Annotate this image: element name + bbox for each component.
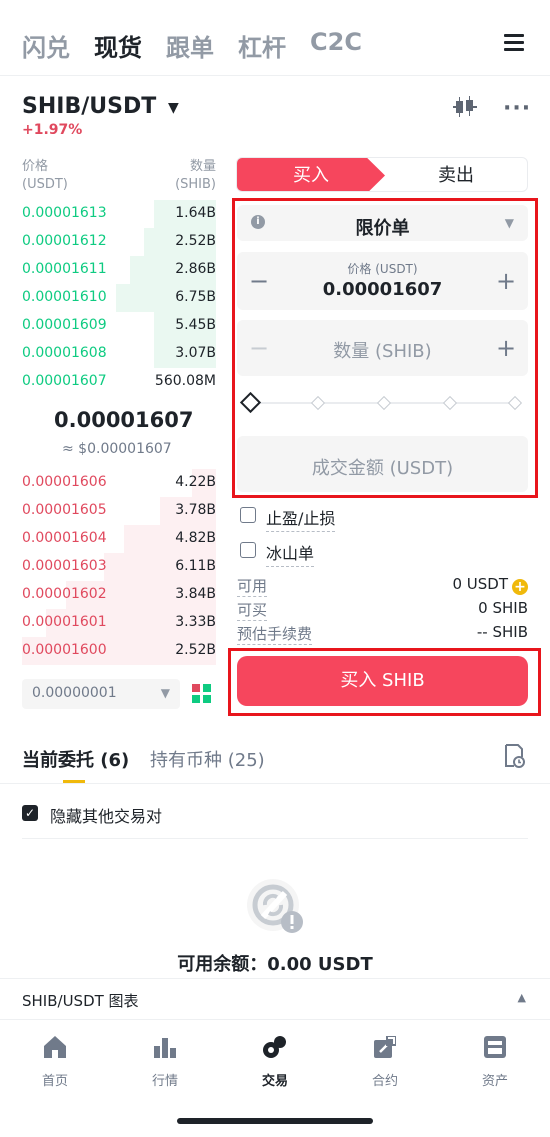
tp-sl-checkbox[interactable]: 止盈/止损 — [240, 504, 390, 532]
markets-icon — [154, 1038, 176, 1058]
nav-trade[interactable]: 交易 — [220, 1034, 330, 1089]
home-indicator[interactable] — [177, 1118, 373, 1124]
orderbook-row[interactable]: 0.00001608 3.07B — [0, 340, 216, 368]
pair-symbol[interactable]: SHIB/USDT — [22, 94, 156, 119]
orderbook-row[interactable]: 0.00001607 560.08M — [0, 368, 216, 396]
candlestick-chart-icon[interactable] — [452, 96, 478, 118]
slider-handle[interactable] — [239, 391, 262, 414]
futures-icon — [374, 1036, 396, 1058]
sell-tab[interactable]: 卖出 — [383, 158, 527, 191]
available-balance-text: 可用余额：0.00 USDT — [177, 954, 373, 975]
orderbook-row[interactable]: 0.00001610 6.75B — [0, 284, 216, 312]
orderbook-row[interactable]: 0.00001605 3.78B — [0, 497, 216, 525]
iceberg-checkbox[interactable]: 冰山单 — [240, 539, 390, 567]
price-input[interactable]: − 价格 (USDT) 0.00001607 + — [237, 252, 528, 310]
orderbook-row[interactable]: 0.00001601 3.33B — [0, 609, 216, 637]
quantity-input[interactable]: − 数量 (SHIB) + — [237, 320, 528, 376]
increase-quantity-button[interactable]: + — [494, 334, 518, 362]
slider-node-100[interactable] — [507, 395, 523, 411]
orderbook-qty-header: 数量 (SHIB) — [175, 159, 216, 192]
pair-change: +1.97% — [22, 122, 83, 138]
orderbook-row[interactable]: 0.00001604 4.82B — [0, 525, 216, 553]
precision-select[interactable]: 0.00000001 ▼ — [22, 679, 180, 709]
caret-down-icon: ▼ — [160, 686, 170, 700]
total-input[interactable]: 成交金额 (USDT) — [237, 436, 528, 492]
amount-slider[interactable] — [239, 391, 524, 414]
orderbook-row[interactable]: 0.00001612 2.52B — [0, 228, 216, 256]
orderbook-layout-icon[interactable] — [192, 684, 212, 704]
order-history-icon[interactable] — [503, 744, 525, 768]
orders-tabs: 当前委托 (6) 持有币种 (25) — [0, 738, 550, 784]
wallet-icon — [484, 1036, 506, 1058]
top-nav: 闪兑 现货 跟单 杠杆 C2C — [0, 0, 550, 76]
hamburger-menu-icon[interactable] — [504, 34, 524, 52]
orderbook-row[interactable]: 0.00001613 1.64B — [0, 200, 216, 228]
orderbook-row[interactable]: 0.00001603 6.11B — [0, 553, 216, 581]
tab-spot[interactable]: 现货 — [94, 28, 142, 63]
slider-node-75[interactable] — [442, 395, 458, 411]
tab-copy-trading[interactable]: 跟单 — [166, 28, 214, 63]
home-icon — [44, 1036, 66, 1058]
more-options-icon[interactable]: ··· — [503, 96, 531, 121]
order-type-select[interactable]: i 限价单 ▼ — [237, 205, 528, 241]
divider — [22, 838, 528, 839]
last-price: 0.00001607 — [54, 408, 194, 432]
fee-row: 预估手续费 -- SHIB — [237, 623, 528, 645]
buy-sell-toggle: 买入 卖出 — [236, 157, 528, 192]
can-buy-row: 可买 0 SHIB — [237, 599, 528, 621]
tab-open-orders[interactable]: 当前委托 (6) — [22, 746, 129, 772]
slider-node-50[interactable] — [376, 395, 392, 411]
orderbook-row[interactable]: 0.00001600 2.52B — [0, 637, 216, 665]
tab-c2c[interactable]: C2C — [310, 28, 362, 56]
orderbook-row[interactable]: 0.00001602 3.84B — [0, 581, 216, 609]
buy-tab[interactable]: 买入 — [237, 158, 385, 191]
orderbook-price-header: 价格 (USDT) — [22, 159, 68, 192]
last-price-usd: ≈ $0.00001607 — [62, 441, 172, 457]
caret-down-icon: ▼ — [504, 216, 514, 230]
orderbook-row[interactable]: 0.00001606 4.22B — [0, 469, 216, 497]
orderbook-row[interactable]: 0.00001611 2.86B — [0, 256, 216, 284]
nav-markets[interactable]: 行情 — [110, 1034, 220, 1089]
caret-up-icon[interactable]: ▲ — [518, 991, 526, 1004]
active-tab-indicator — [63, 780, 85, 783]
caret-down-icon[interactable]: ▼ — [168, 100, 179, 116]
tab-margin[interactable]: 杠杆 — [238, 28, 286, 63]
increase-price-button[interactable]: + — [494, 267, 518, 295]
nav-home[interactable]: 首页 — [0, 1034, 110, 1089]
chart-toggle-bar[interactable]: SHIB/USDT 图表 ▲ — [0, 978, 550, 1020]
tab-holdings[interactable]: 持有币种 (25) — [150, 746, 265, 772]
no-data-icon — [247, 879, 303, 933]
available-row: 可用 0 USDT + — [237, 575, 528, 597]
add-funds-icon[interactable]: + — [512, 579, 528, 595]
slider-node-25[interactable] — [310, 395, 326, 411]
checkmark-icon: ✓ — [22, 805, 38, 821]
orderbook-row[interactable]: 0.00001609 5.45B — [0, 312, 216, 340]
buy-shib-button[interactable]: 买入 SHIB — [237, 656, 528, 706]
nav-assets[interactable]: 资产 — [440, 1034, 550, 1089]
tab-convert[interactable]: 闪兑 — [22, 28, 70, 63]
nav-futures[interactable]: 合约 — [330, 1034, 440, 1089]
trade-icon — [263, 1036, 286, 1058]
